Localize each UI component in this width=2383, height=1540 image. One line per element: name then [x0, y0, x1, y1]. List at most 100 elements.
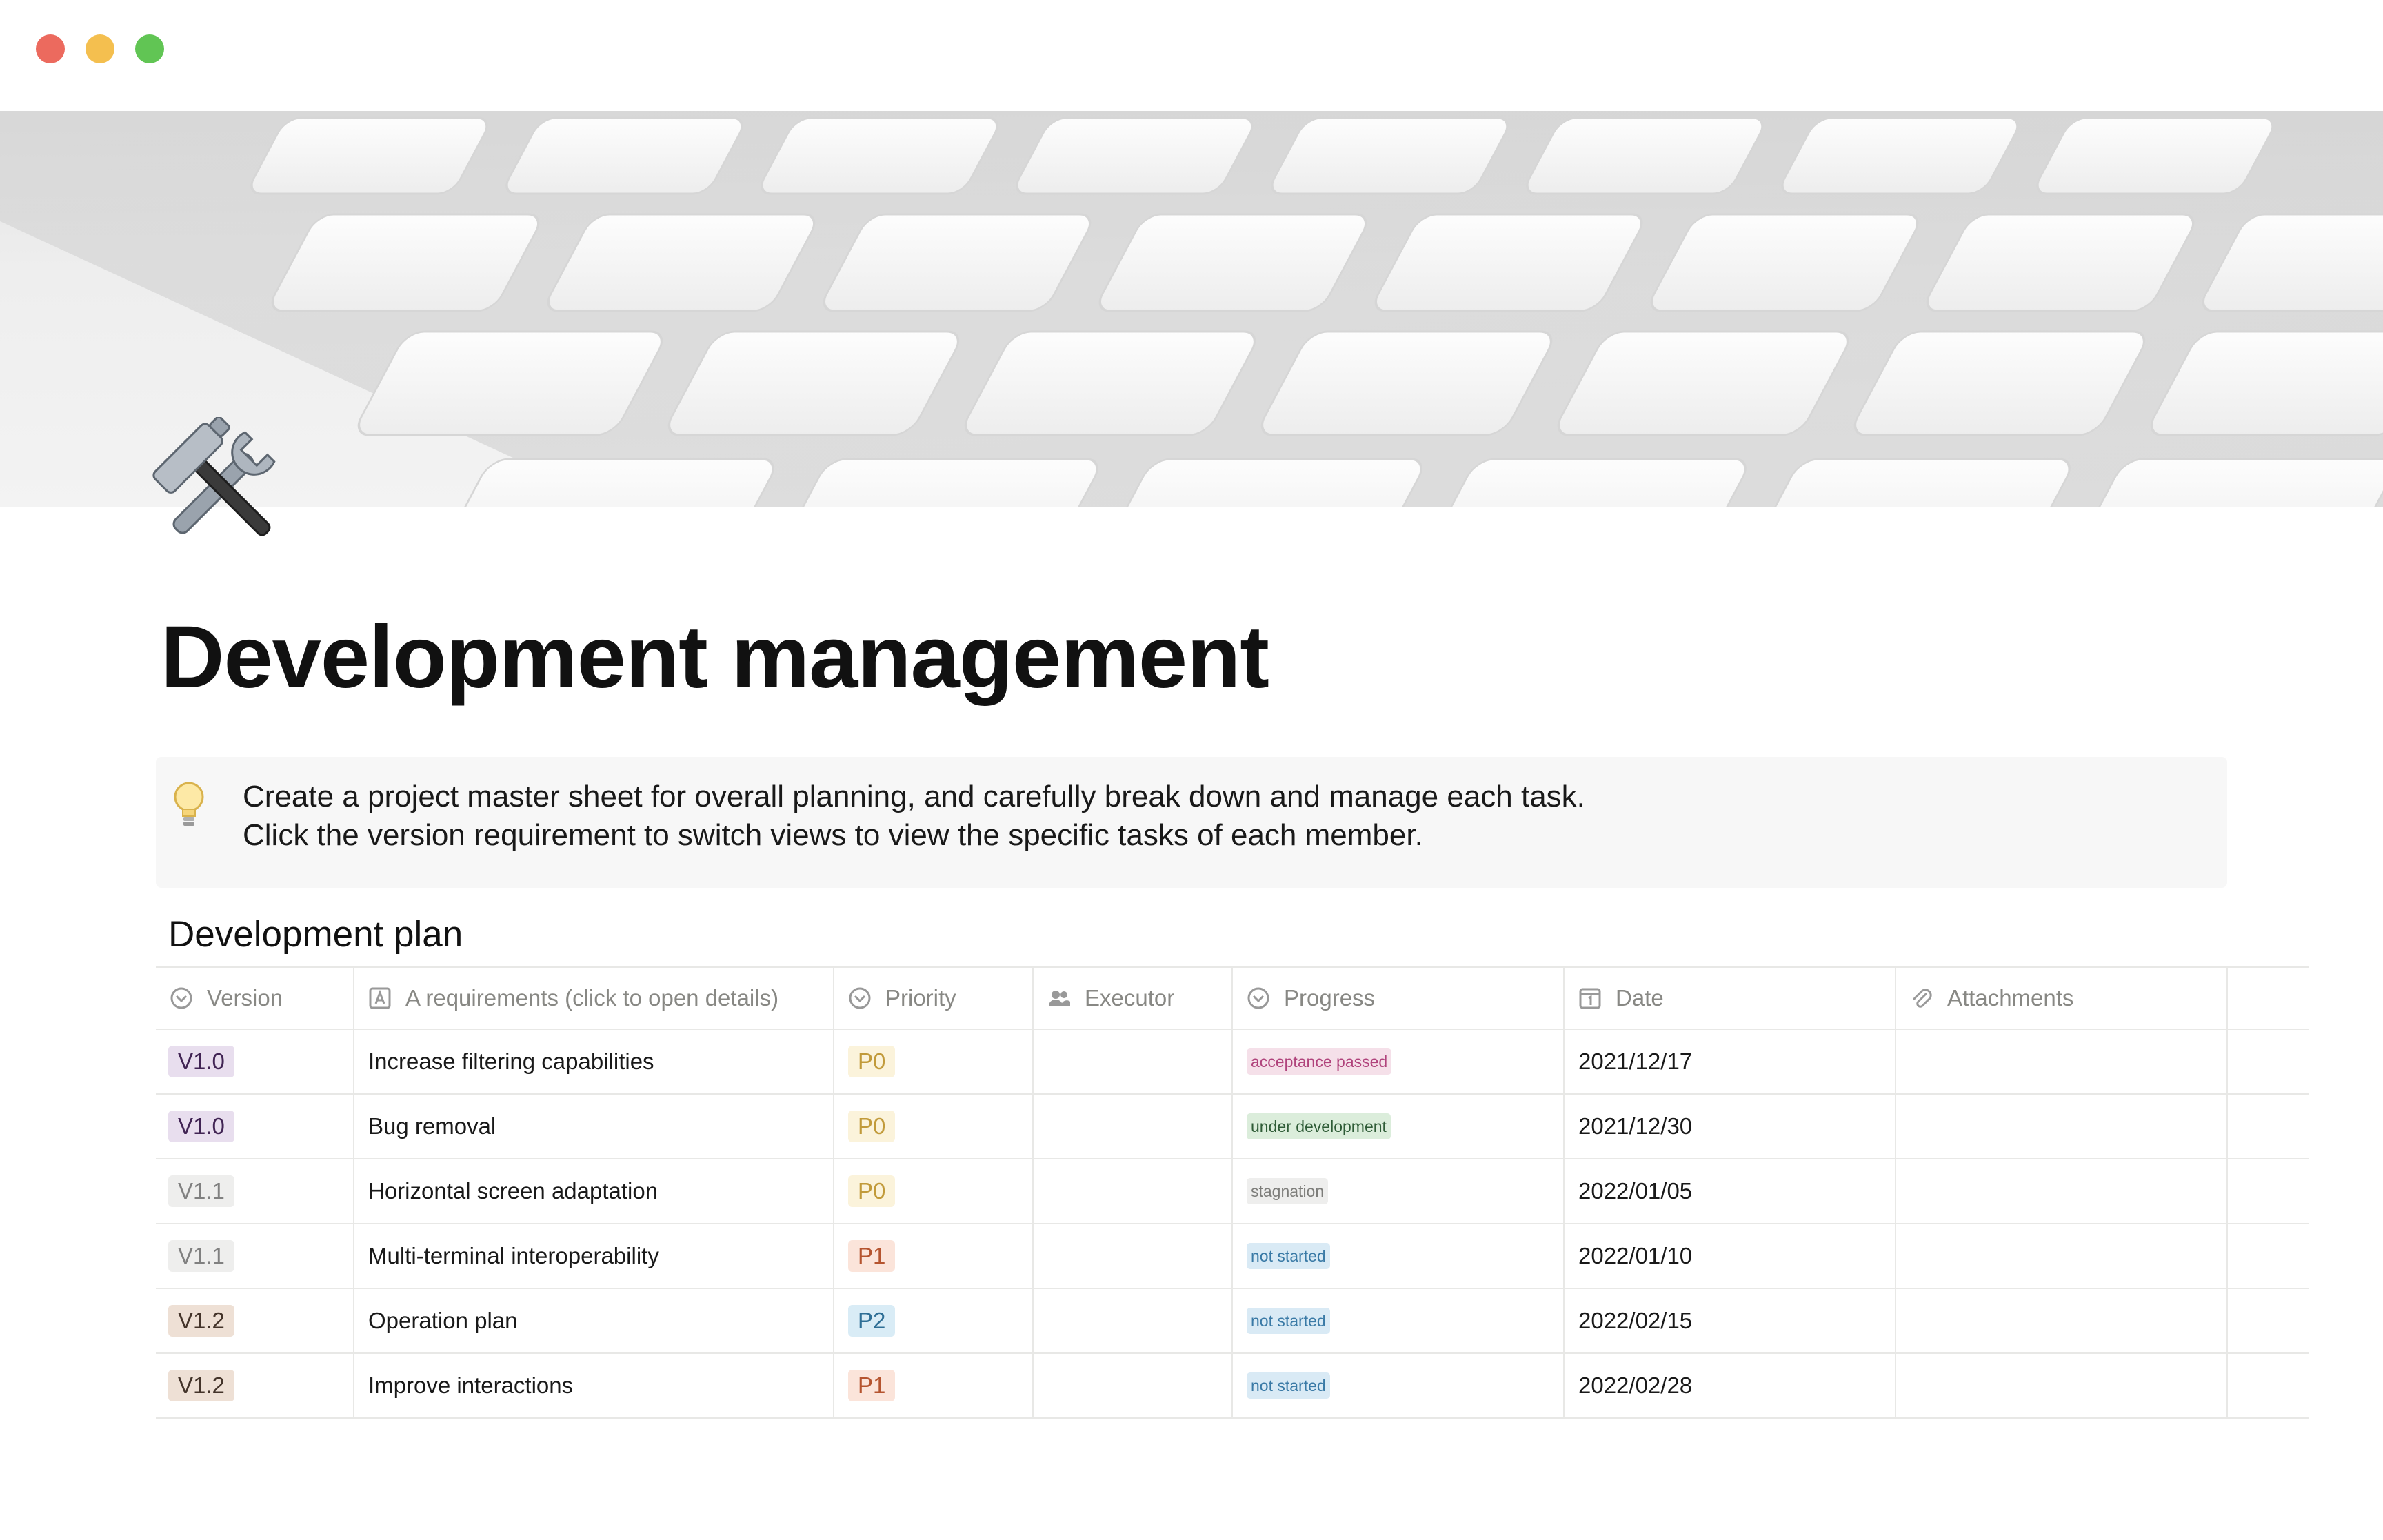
- executor-cell[interactable]: [1034, 1095, 1233, 1158]
- executor-cell[interactable]: [1034, 1030, 1233, 1093]
- column-header-label: Date: [1616, 985, 1664, 1011]
- column-header-requirements[interactable]: A requirements (click to open details): [354, 968, 834, 1029]
- date-value: 2022/02/15: [1578, 1308, 1692, 1334]
- column-header-priority[interactable]: Priority: [834, 968, 1034, 1029]
- column-header-executor[interactable]: Executor: [1034, 968, 1233, 1029]
- requirement-title: Improve interactions: [368, 1372, 573, 1399]
- table-row[interactable]: V1.2 Operation plan P2 not started 2022/02/1…: [156, 1289, 2309, 1354]
- date-value: 2022/02/28: [1578, 1372, 1692, 1399]
- progress-cell[interactable]: not started: [1233, 1289, 1565, 1352]
- priority-tag: P2: [848, 1305, 895, 1337]
- table-row[interactable]: V1.2 Improve interactions P1 not started 202…: [156, 1354, 2309, 1419]
- version-tag: V1.0: [168, 1046, 234, 1077]
- title-icon: [368, 986, 392, 1010]
- attachments-cell[interactable]: [1896, 1289, 2228, 1352]
- priority-cell[interactable]: P2: [834, 1289, 1034, 1352]
- attachments-cell[interactable]: [1896, 1354, 2228, 1417]
- requirement-cell[interactable]: Bug removal: [354, 1095, 834, 1158]
- version-cell[interactable]: V1.1: [156, 1159, 354, 1223]
- progress-tag: not started: [1247, 1243, 1330, 1269]
- keyboard-picture: [0, 111, 2383, 507]
- attachments-cell[interactable]: [1896, 1159, 2228, 1223]
- requirement-cell[interactable]: Operation plan: [354, 1289, 834, 1352]
- date-cell[interactable]: 2022/01/05: [1565, 1159, 1896, 1223]
- version-cell[interactable]: V1.2: [156, 1289, 354, 1352]
- column-header-label: Progress: [1284, 985, 1375, 1011]
- requirement-cell[interactable]: Horizontal screen adaptation: [354, 1159, 834, 1223]
- requirement-title: Operation plan: [368, 1308, 517, 1334]
- table-header-row: Version A requirements (click to open de…: [156, 966, 2309, 1030]
- select-icon: [1247, 986, 1270, 1010]
- requirement-title: Bug removal: [368, 1113, 496, 1139]
- table-row[interactable]: V1.0 Increase filtering capabilities P0 acc…: [156, 1030, 2309, 1095]
- date-cell[interactable]: 2022/01/10: [1565, 1224, 1896, 1288]
- priority-cell[interactable]: P0: [834, 1030, 1034, 1093]
- column-header-version[interactable]: Version: [156, 968, 354, 1029]
- cover-image[interactable]: [0, 111, 2383, 507]
- date-cell[interactable]: 2022/02/28: [1565, 1354, 1896, 1417]
- version-tag: V1.0: [168, 1111, 234, 1142]
- progress-cell[interactable]: acceptance passed: [1233, 1030, 1565, 1093]
- row-spacer: [2228, 1095, 2309, 1158]
- progress-cell[interactable]: under development: [1233, 1095, 1565, 1158]
- row-spacer: [2228, 1354, 2309, 1417]
- column-header-progress[interactable]: Progress: [1233, 968, 1565, 1029]
- row-spacer: [2228, 1030, 2309, 1093]
- date-cell[interactable]: 2022/02/15: [1565, 1289, 1896, 1352]
- row-spacer: [2228, 1289, 2309, 1352]
- priority-tag: P0: [848, 1175, 895, 1207]
- priority-tag: P0: [848, 1046, 895, 1077]
- maximize-window-button[interactable]: [135, 34, 164, 63]
- close-window-button[interactable]: [36, 34, 65, 63]
- date-cell[interactable]: 2021/12/30: [1565, 1095, 1896, 1158]
- priority-cell[interactable]: P0: [834, 1095, 1034, 1158]
- attachments-cell[interactable]: [1896, 1030, 2228, 1093]
- version-tag: V1.1: [168, 1175, 234, 1207]
- executor-cell[interactable]: [1034, 1289, 1233, 1352]
- priority-tag: P1: [848, 1240, 895, 1272]
- requirement-cell[interactable]: Increase filtering capabilities: [354, 1030, 834, 1093]
- table-row[interactable]: V1.1Multi-terminal interoperability P1 not…: [156, 1224, 2309, 1289]
- progress-tag: acceptance passed: [1247, 1048, 1391, 1075]
- column-header-label: Priority: [885, 985, 956, 1011]
- executor-cell[interactable]: [1034, 1159, 1233, 1223]
- priority-cell[interactable]: P1: [834, 1224, 1034, 1288]
- lightbulb-icon[interactable]: [168, 779, 210, 831]
- callout-line: Create a project master sheet for overal…: [243, 778, 1585, 816]
- version-cell[interactable]: V1.0: [156, 1095, 354, 1158]
- database-title[interactable]: Development plan: [168, 913, 463, 955]
- requirement-cell[interactable]: Improve interactions: [354, 1354, 834, 1417]
- progress-tag: under development: [1247, 1113, 1391, 1139]
- page-title[interactable]: Development management: [161, 607, 1269, 708]
- column-header-date[interactable]: Date: [1565, 968, 1896, 1029]
- attachments-cell[interactable]: [1896, 1224, 2228, 1288]
- paperclip-icon: [1910, 986, 1933, 1010]
- column-header-label: Version: [207, 985, 283, 1011]
- column-header-attachments[interactable]: Attachments: [1896, 968, 2228, 1029]
- version-cell[interactable]: V1.0: [156, 1030, 354, 1093]
- minimize-window-button[interactable]: [86, 34, 114, 63]
- table-row[interactable]: V1.0 Bug removal P0 under development 2021/1…: [156, 1095, 2309, 1159]
- date-value: 2021/12/30: [1578, 1113, 1692, 1139]
- callout-block[interactable]: Create a project master sheet for overal…: [156, 757, 2227, 888]
- progress-cell[interactable]: not started: [1233, 1354, 1565, 1417]
- requirement-cell[interactable]: Multi-terminal interoperability: [354, 1224, 834, 1288]
- version-cell[interactable]: V1.1: [156, 1224, 354, 1288]
- progress-cell[interactable]: stagnation: [1233, 1159, 1565, 1223]
- requirement-title: Increase filtering capabilities: [368, 1048, 654, 1075]
- callout-line: Click the version requirement to switch …: [243, 816, 1585, 855]
- priority-cell[interactable]: P1: [834, 1354, 1034, 1417]
- priority-cell[interactable]: P0: [834, 1159, 1034, 1223]
- table-row[interactable]: V1.1 Horizontal screen adaptation P0 stagna…: [156, 1159, 2309, 1224]
- add-column-button[interactable]: [2228, 968, 2309, 1029]
- attachments-cell[interactable]: [1896, 1095, 2228, 1158]
- version-cell[interactable]: V1.2: [156, 1354, 354, 1417]
- requirement-title: Horizontal screen adaptation: [368, 1178, 658, 1204]
- window-titlebar: [0, 0, 2383, 111]
- date-cell[interactable]: 2021/12/17: [1565, 1030, 1896, 1093]
- progress-cell[interactable]: not started: [1233, 1224, 1565, 1288]
- executor-cell[interactable]: [1034, 1354, 1233, 1417]
- executor-cell[interactable]: [1034, 1224, 1233, 1288]
- column-header-label: A requirements (click to open details): [405, 985, 778, 1011]
- hammer-and-wrench-icon[interactable]: [152, 417, 290, 555]
